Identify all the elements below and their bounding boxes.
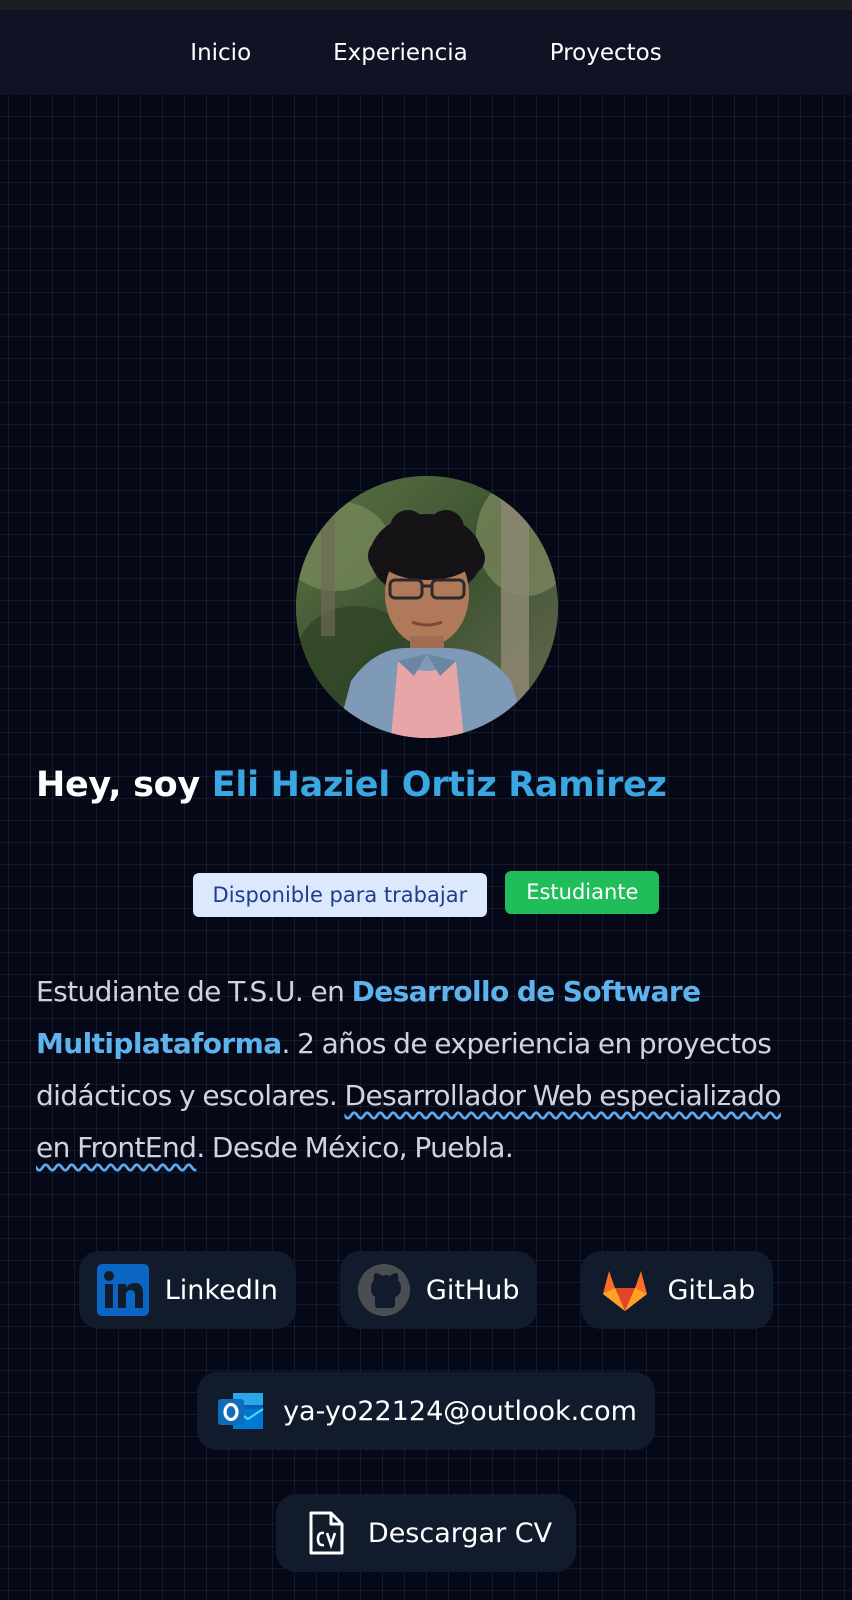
profile-photo [296,476,558,738]
available-for-work-badge: Disponible para trabajar [192,873,488,917]
email-button[interactable]: ya-yo22124@outlook.com [197,1372,655,1450]
portfolio-page: Inicio Experiencia Proyectos Hey, soy El… [0,0,852,1600]
download-cv-button[interactable]: Descargar CV [275,1494,577,1572]
nav-link-experiencia[interactable]: Experiencia [292,40,509,66]
nav-link-inicio[interactable]: Inicio [149,40,292,66]
greeting-text: Hey, soy [36,765,200,805]
gitlab-icon [599,1264,651,1316]
cv-file-icon [300,1507,352,1559]
email-address: ya-yo22124@outlook.com [283,1395,637,1427]
linkedin-icon [96,1264,149,1316]
gitlab-button[interactable]: GitLab [581,1251,774,1329]
github-icon [357,1264,410,1316]
student-badge: Estudiante [505,871,660,914]
social-links: LinkedIn GitHub GitLab [0,1251,852,1329]
hero-headline: Hey, soy Eli Haziel Ortiz Ramirez [36,765,667,805]
email-row: ya-yo22124@outlook.com [0,1372,852,1450]
bio-text-1: Estudiante de T.S.U. en [36,975,352,1008]
bio-text-3: . Desde México, Puebla. [196,1131,514,1164]
bio-paragraph: Estudiante de T.S.U. en Desarrollo de So… [36,966,818,1174]
nav-link-proyectos[interactable]: Proyectos [509,40,703,66]
cv-row: Descargar CV [0,1494,852,1572]
github-label: GitHub [425,1274,520,1306]
browser-top-strip [0,0,852,10]
profile-photo-illustration [296,476,558,738]
status-badges: Disponible para trabajar Estudiante [0,871,852,917]
linkedin-button[interactable]: LinkedIn [78,1251,296,1329]
github-button[interactable]: GitHub [339,1251,538,1329]
download-cv-label: Descargar CV [367,1517,553,1549]
outlook-icon [215,1385,267,1437]
gitlab-label: GitLab [667,1274,756,1306]
linkedin-label: LinkedIn [164,1274,278,1306]
top-navigation: Inicio Experiencia Proyectos [0,10,852,95]
person-name: Eli Haziel Ortiz Ramirez [211,765,667,805]
